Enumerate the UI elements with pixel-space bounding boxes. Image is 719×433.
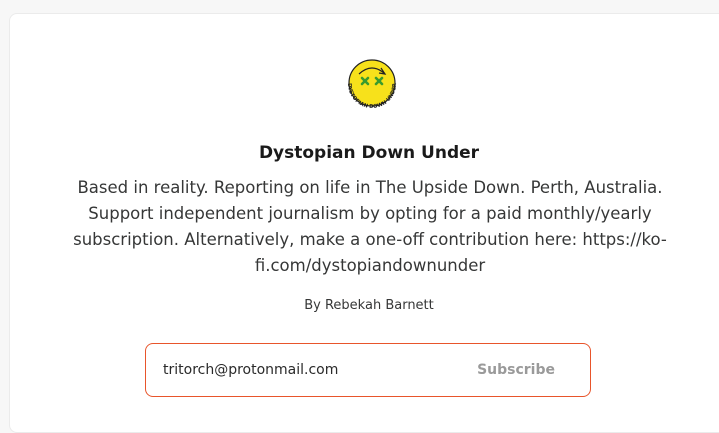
- email-input[interactable]: tritorch@protonmail.com: [163, 344, 338, 396]
- subscribe-form: tritorch@protonmail.com Subscribe: [145, 343, 591, 397]
- publication-description: Based in reality. Reporting on life in T…: [73, 178, 667, 275]
- publication-author: By Rebekah Barnett: [304, 298, 434, 313]
- publication-card: DYSTOPIAN DOWN UNDER Dystopian Down Unde…: [9, 13, 719, 433]
- publication-title: Dystopian Down Under: [258, 143, 480, 163]
- publication-logo[interactable]: DYSTOPIAN DOWN UNDER: [337, 48, 407, 118]
- subscribe-button[interactable]: Subscribe: [477, 344, 555, 396]
